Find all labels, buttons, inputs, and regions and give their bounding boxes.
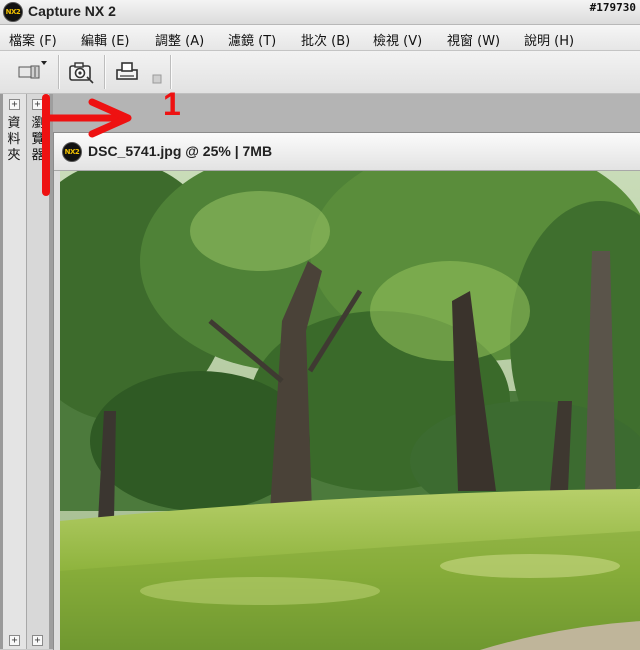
workspace-band — [52, 94, 640, 132]
folder-panel[interactable]: + 資 料 夾 + — [3, 94, 27, 649]
browser-expand-button[interactable]: + — [32, 99, 43, 110]
corner-grip-icon — [152, 74, 162, 84]
app-logo-text: NX2 — [5, 8, 21, 16]
folder-expand-button[interactable]: + — [9, 99, 20, 110]
folder-bottom-expand-button[interactable]: + — [9, 635, 20, 646]
annotation-number: 1 — [163, 86, 181, 122]
toolbar-separator — [170, 55, 172, 89]
film-strip-button[interactable] — [14, 58, 50, 86]
camera-button[interactable] — [64, 58, 98, 86]
camera-icon — [69, 62, 94, 84]
photo-canvas[interactable] — [60, 171, 640, 650]
document-logo-text: NX2 — [64, 148, 80, 156]
menu-batch[interactable]: 批次 (B) — [301, 30, 350, 49]
menu-file[interactable]: 檔案 (F) — [9, 30, 57, 49]
document-title: DSC_5741.jpg @ 25% | 7MB — [88, 143, 273, 159]
document-logo-icon: NX2 — [62, 142, 82, 162]
menu-filter[interactable]: 濾鏡 (T) — [228, 30, 276, 49]
document-title-bar[interactable]: NX2 DSC_5741.jpg @ 25% | 7MB — [54, 133, 640, 171]
menu-adjust[interactable]: 調整 (A) — [155, 30, 204, 49]
folder-panel-label: 資 料 夾 — [7, 116, 21, 163]
browser-panel-label: 瀏 覽 器 — [31, 116, 45, 163]
menu-window[interactable]: 視窗 (W) — [447, 30, 500, 49]
menu-edit[interactable]: 編輯 (E) — [81, 30, 130, 49]
app-title: Capture NX 2 — [28, 3, 116, 19]
toolbar-grip[interactable] — [148, 58, 166, 86]
toolbar-separator — [58, 55, 60, 89]
browser-bottom-expand-button[interactable]: + — [32, 635, 43, 646]
menu-bar: 檔案 (F) 編輯 (E) 調整 (A) 濾鏡 (T) 批次 (B) 檢視 (V… — [0, 25, 640, 51]
browser-panel[interactable]: + 瀏 覽 器 + — [27, 94, 50, 649]
menu-help[interactable]: 說明 (H) — [524, 30, 574, 49]
document-window[interactable]: NX2 DSC_5741.jpg @ 25% | 7MB — [53, 132, 640, 650]
toolbar-separator — [104, 55, 106, 89]
park-trees-photo — [60, 171, 640, 650]
film-strip-icon — [18, 61, 47, 79]
print-icon — [116, 62, 138, 80]
print-button[interactable] — [110, 58, 144, 86]
watermark-text: #179730 — [589, 1, 636, 14]
toolbar — [0, 51, 640, 94]
menu-view[interactable]: 檢視 (V) — [373, 30, 422, 49]
title-bar: NX2 Capture NX 2 #179730 — [0, 0, 640, 25]
app-logo-icon: NX2 — [3, 2, 23, 22]
